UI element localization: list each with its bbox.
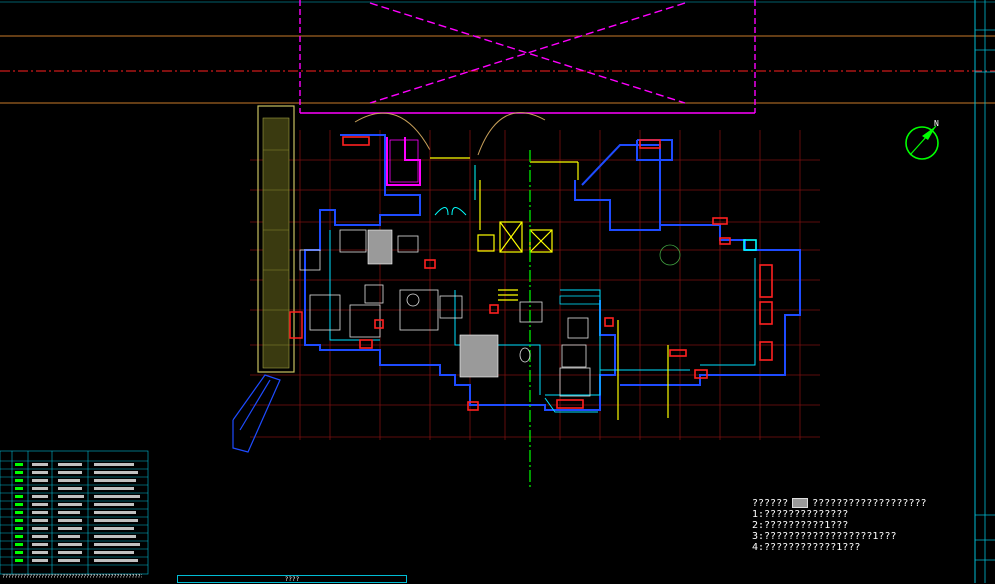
notes-line3: 3:??????????????????1???: [752, 531, 897, 542]
notes-line0-a: ??????: [752, 498, 789, 509]
hatched-corridor: [257, 105, 303, 373]
ramp: [232, 374, 281, 453]
notes-line4: 4:????????????1???: [752, 542, 861, 553]
north-arrow-icon: N: [905, 119, 939, 160]
sheet-border-ticks: [975, 0, 995, 583]
hatch-legend-swatch: [792, 498, 809, 508]
notes-line0-b: ???????????????????: [812, 498, 927, 509]
red-markers: [342, 136, 773, 411]
canopy-outline: [299, 0, 756, 114]
table-footnote: ????????????????????????????????????????…: [2, 574, 142, 580]
exterior-walls: [304, 134, 801, 411]
schedule-table-marks: [15, 463, 23, 562]
elevator-core: [430, 157, 669, 420]
drawing-title-strip: ????: [177, 575, 407, 583]
notes-line2: 2:??????????1???: [752, 520, 849, 531]
svg-text:N: N: [934, 119, 939, 128]
structural-grid: [250, 130, 820, 440]
entrance-arc-right: [477, 112, 546, 156]
hatched-areas: [367, 229, 499, 378]
cad-drawing-canvas[interactable]: N: [0, 0, 995, 583]
notes-line1: 1:??????????????: [752, 509, 849, 520]
drawing-title: ????: [284, 576, 300, 583]
stair-well: [386, 137, 421, 186]
schedule-table-text: [32, 463, 140, 562]
drawing-notes: ????????????????????????? 1:????????????…: [752, 498, 927, 553]
